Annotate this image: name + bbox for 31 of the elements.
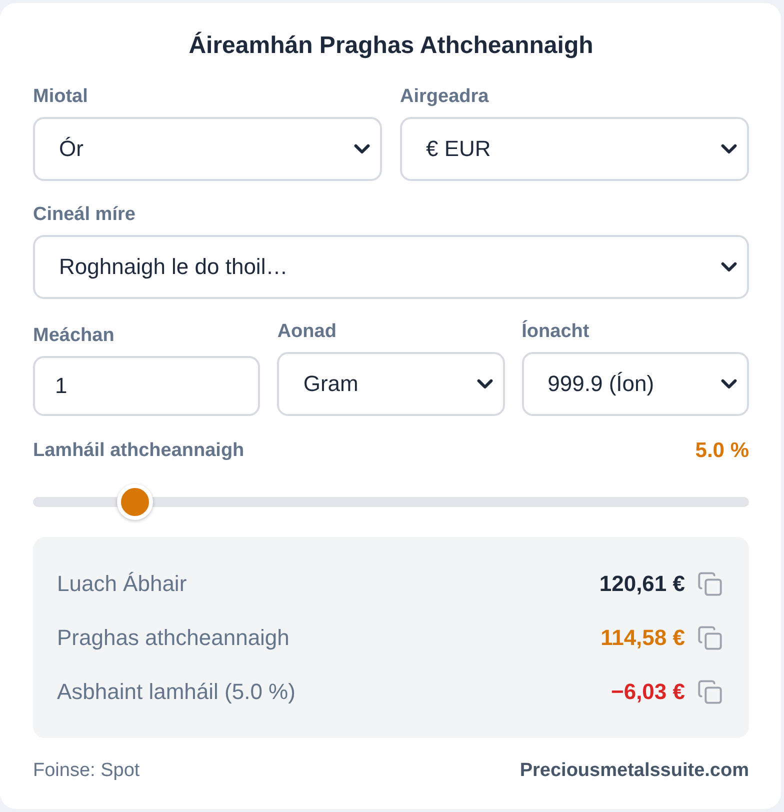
chevron-down-icon bbox=[720, 379, 737, 389]
result-value: 114,58 € bbox=[600, 625, 685, 651]
field-label: Miotal bbox=[33, 85, 88, 109]
field-label: Íonacht bbox=[522, 320, 590, 344]
result-label: Praghas athcheannaigh bbox=[57, 625, 290, 651]
field-label: Meáchan bbox=[33, 324, 114, 348]
chevron-down-icon bbox=[476, 379, 493, 389]
copy-icon[interactable] bbox=[697, 625, 723, 651]
result-value: −6,03 € bbox=[610, 679, 685, 705]
chevron-down-icon bbox=[721, 262, 737, 272]
site-link[interactable]: Preciousmetalssuite.com bbox=[520, 759, 749, 783]
result-value: 120,61 € bbox=[599, 571, 685, 597]
dropdown-select[interactable]: 999.9 (Íon) bbox=[522, 352, 749, 416]
copy-icon[interactable] bbox=[697, 571, 723, 597]
source-text: Foinse: Spot bbox=[33, 759, 140, 783]
dropdown-select[interactable]: € EUR bbox=[400, 117, 749, 181]
dropdown-select[interactable]: Ór bbox=[33, 117, 382, 181]
field-label: Airgeadra bbox=[400, 85, 489, 109]
slider-label: Lamháil athcheannaigh bbox=[33, 439, 244, 463]
calculator-title: Áireamhán Praghas Athcheannaigh bbox=[188, 30, 594, 61]
dropdown-select[interactable]: Roghnaigh le do thoil… bbox=[33, 235, 749, 299]
copy-icon[interactable] bbox=[697, 679, 723, 705]
result-label: Luach Ábhair bbox=[57, 571, 188, 597]
chevron-down-icon bbox=[354, 144, 370, 154]
field-label: Aonad bbox=[277, 320, 336, 344]
chevron-down-icon bbox=[721, 144, 737, 154]
slider-reading: 5.0 % bbox=[695, 439, 749, 463]
result-label: Asbhaint lamháil (5.0 %) bbox=[57, 679, 296, 705]
number-input[interactable]: 1 bbox=[33, 356, 260, 416]
field-label: Cineál míre bbox=[33, 203, 136, 227]
dropdown-select[interactable]: Gram bbox=[277, 352, 505, 416]
